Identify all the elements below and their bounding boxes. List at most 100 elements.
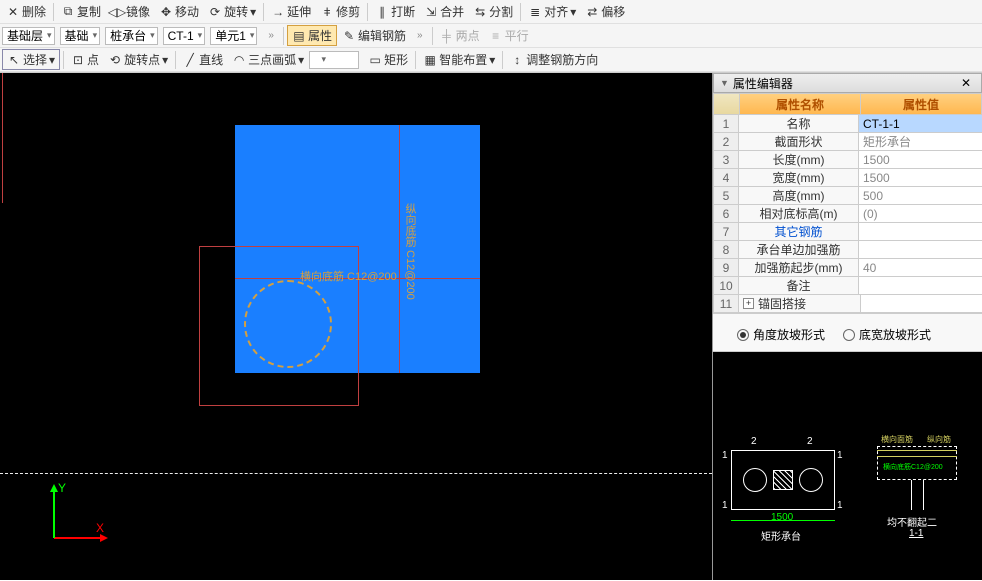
- point-icon: ⊡: [71, 53, 85, 67]
- row-val[interactable]: 1500: [859, 151, 982, 169]
- row-name: 其它钢筋: [739, 223, 859, 241]
- row-name: 长度(mm): [739, 151, 859, 169]
- radio-width[interactable]: 底宽放坡形式: [843, 326, 931, 343]
- ct1-dropdown[interactable]: CT-1 ▾: [163, 27, 206, 45]
- smartlayout-button[interactable]: ▦智能布置▾: [419, 50, 499, 69]
- pile-circle[interactable]: [244, 280, 332, 368]
- axis-x-label: X: [96, 521, 104, 535]
- prop-row[interactable]: 3长度(mm)1500: [713, 151, 982, 169]
- row-val[interactable]: [859, 277, 982, 295]
- row-val[interactable]: (0): [859, 205, 982, 223]
- prop-button[interactable]: ▤属性: [287, 25, 337, 46]
- layer-label: 基础层: [7, 27, 43, 44]
- header-name: 属性名称: [740, 94, 861, 114]
- rotate-button[interactable]: ⟳旋转▾: [204, 2, 260, 21]
- row-val[interactable]: [859, 241, 982, 259]
- collapse-icon[interactable]: ▼: [720, 78, 729, 88]
- expand-arrow[interactable]: »: [268, 30, 274, 41]
- trim-button[interactable]: ǂ修剪: [316, 2, 364, 21]
- arc3pt-button[interactable]: ◠三点画弧▾: [228, 50, 308, 69]
- pv-col-line2: [923, 480, 924, 510]
- chevron-down-icon: ▾: [49, 53, 55, 67]
- radio-width-label: 底宽放坡形式: [859, 326, 931, 343]
- chevron-down-icon: ▾: [322, 54, 327, 65]
- parallel-label: 平行: [505, 27, 529, 44]
- expand-arrow[interactable]: »: [417, 30, 423, 41]
- prop-row[interactable]: 11+锚固搭接: [713, 295, 982, 313]
- line-button[interactable]: ╱直线: [179, 50, 227, 69]
- cad-canvas[interactable]: 横向底筋 C12@200 纵向底筋 C12@200 X Y: [0, 73, 712, 580]
- row-val[interactable]: CT-1-1: [859, 115, 982, 133]
- ct1-label: CT-1: [168, 29, 194, 43]
- row-num: 5: [713, 187, 739, 205]
- row-val[interactable]: [859, 223, 982, 241]
- rect-button[interactable]: ▭矩形: [364, 50, 412, 69]
- foundation-dropdown[interactable]: 基础▾: [60, 27, 101, 45]
- adjustrebar-button[interactable]: ↕调整钢筋方向: [506, 50, 602, 69]
- close-panel-button[interactable]: ✕: [957, 76, 975, 90]
- break-icon: ∥: [375, 5, 389, 19]
- prop-row[interactable]: 5高度(mm)500: [713, 187, 982, 205]
- prop-row[interactable]: 4宽度(mm)1500: [713, 169, 982, 187]
- twopt-label: 两点: [456, 27, 480, 44]
- break-button[interactable]: ∥打断: [371, 2, 419, 21]
- chevron-down-icon: ▾: [198, 30, 203, 41]
- offset-button[interactable]: ⇄偏移: [581, 2, 629, 21]
- break-label: 打断: [391, 3, 415, 20]
- pv-cap-left-label: 矩形承台: [761, 528, 801, 543]
- pv-top-label2: 纵向筋: [927, 434, 951, 445]
- row-num: 10: [713, 277, 739, 295]
- pv-rebar-label: 横向底筋C12@200: [883, 462, 943, 472]
- trim-icon: ǂ: [320, 5, 334, 19]
- prop-rows: 1名称CT-1-12截面形状矩形承台3长度(mm)15004宽度(mm)1500…: [713, 115, 982, 313]
- line-label: 直线: [199, 51, 223, 68]
- row-name: 高度(mm): [739, 187, 859, 205]
- tree-toggle[interactable]: +: [743, 298, 754, 309]
- prop-row[interactable]: 1名称CT-1-1: [713, 115, 982, 133]
- radio-angle[interactable]: 角度放坡形式: [737, 326, 825, 343]
- split-button[interactable]: ⇆分割: [469, 2, 517, 21]
- prop-row[interactable]: 7其它钢筋: [713, 223, 982, 241]
- empty-dropdown[interactable]: ▾: [309, 51, 359, 69]
- extend-button[interactable]: →延伸: [267, 2, 315, 21]
- pv-hatch: [773, 470, 793, 490]
- split-icon: ⇆: [473, 5, 487, 19]
- merge-button[interactable]: ⇲合并: [420, 2, 468, 21]
- row-val[interactable]: 500: [859, 187, 982, 205]
- edge-line: [2, 73, 3, 203]
- row-val[interactable]: 矩形承台: [859, 133, 982, 151]
- separator: [367, 3, 368, 21]
- pilecap-dropdown[interactable]: 桩承台▾: [105, 27, 158, 45]
- delete-button[interactable]: ✕删除: [2, 2, 50, 21]
- merge-label: 合并: [440, 3, 464, 20]
- prop-row[interactable]: 2截面形状矩形承台: [713, 133, 982, 151]
- row-name-text: 长度(mm): [773, 151, 825, 168]
- prop-row[interactable]: 8承台单边加强筋: [713, 241, 982, 259]
- header-num: [714, 94, 740, 114]
- pv-cap-right-label: 均不翻起二: [887, 514, 937, 529]
- select-button[interactable]: ↖选择▾: [2, 49, 60, 70]
- mirror-button[interactable]: ◁▷镜像: [106, 2, 154, 21]
- row-name: 名称: [739, 115, 859, 133]
- row-name-text: 相对底标高(m): [760, 205, 838, 222]
- preview-area: 1 1 1 1 2 2 1500 矩形承台 横向底筋C12@200 横向面筋 纵…: [713, 352, 982, 580]
- layer-dropdown[interactable]: 基础层▾: [2, 27, 55, 45]
- separator: [175, 51, 176, 69]
- align-button[interactable]: ≣对齐▾: [524, 2, 580, 21]
- editrebar-button[interactable]: ✎编辑钢筋: [338, 26, 410, 45]
- prop-row[interactable]: 6相对底标高(m)(0): [713, 205, 982, 223]
- unit1-dropdown[interactable]: 单元1▾: [210, 27, 257, 45]
- move-button[interactable]: ✥移动: [155, 2, 203, 21]
- copy-button[interactable]: ⧉复制: [57, 2, 105, 21]
- row-num: 1: [713, 115, 739, 133]
- trim-label: 修剪: [336, 3, 360, 20]
- row-val[interactable]: 40: [859, 259, 982, 277]
- point-button[interactable]: ⊡点: [67, 50, 103, 69]
- prop-row[interactable]: 9加强筋起步(mm)40: [713, 259, 982, 277]
- rotpoint-button[interactable]: ⟲旋转点▾: [104, 50, 172, 69]
- panel-titlebar: ▼属性编辑器 ✕: [713, 73, 982, 93]
- row-val[interactable]: [861, 295, 982, 313]
- prop-row[interactable]: 10备注: [713, 277, 982, 295]
- chevron-down-icon: ▾: [250, 5, 256, 19]
- row-val[interactable]: 1500: [859, 169, 982, 187]
